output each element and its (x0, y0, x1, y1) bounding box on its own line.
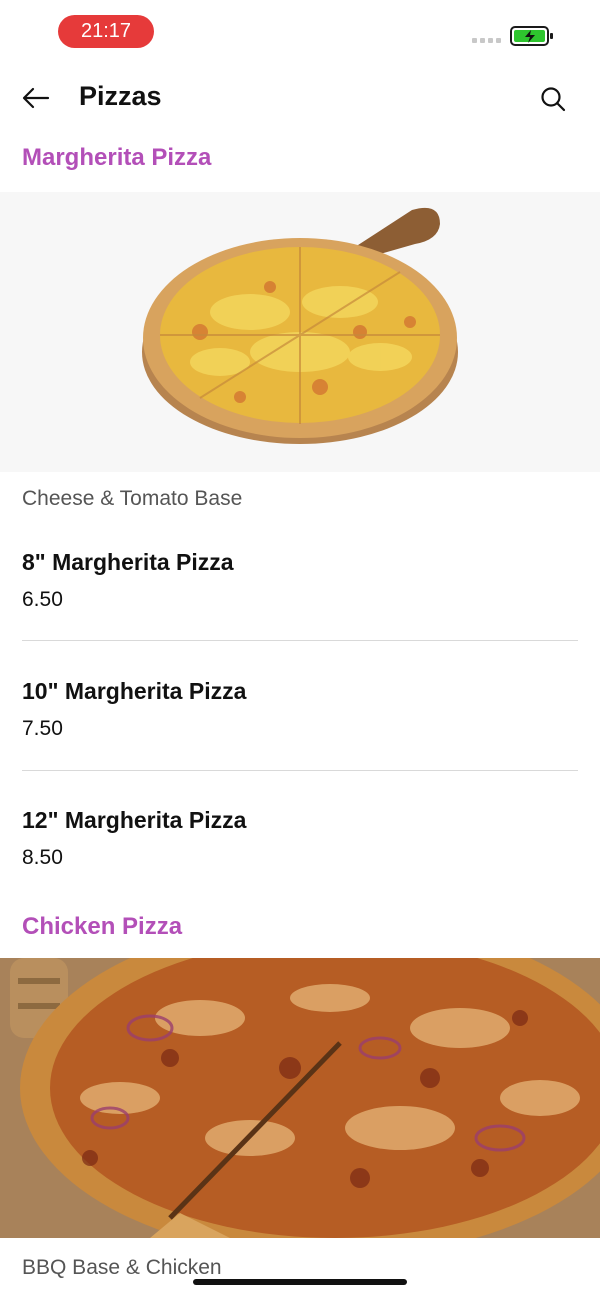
section-title-chicken: Chicken Pizza (22, 913, 183, 940)
back-button[interactable] (18, 80, 54, 116)
app-header: Pizzas (0, 64, 600, 134)
status-time: 21:17 (58, 15, 154, 48)
menu-item[interactable]: 10" Margherita Pizza 7.50 (22, 678, 578, 741)
bbq-chicken-pizza-image (0, 958, 600, 1238)
section-description-margherita: Cheese & Tomato Base (22, 487, 243, 510)
signal-icon (472, 38, 501, 43)
margherita-pizza-image (0, 192, 600, 472)
battery-charging-icon (510, 26, 553, 46)
page-title: Pizzas (79, 81, 162, 111)
item-name: 12" Margherita Pizza (22, 807, 247, 833)
search-icon (541, 87, 566, 112)
home-indicator[interactable] (193, 1279, 407, 1285)
item-price: 6.50 (22, 588, 63, 611)
item-name: 10" Margherita Pizza (22, 678, 247, 704)
arrow-left-icon (22, 87, 50, 109)
menu-item[interactable]: 8" Margherita Pizza 6.50 (22, 549, 578, 612)
item-price: 8.50 (22, 846, 63, 869)
search-button[interactable] (534, 80, 572, 118)
section-description-chicken: BBQ Base & Chicken (22, 1256, 222, 1279)
divider (22, 770, 578, 771)
divider (22, 640, 578, 641)
item-price: 7.50 (22, 717, 63, 740)
section-title-margherita: Margherita Pizza (22, 144, 212, 171)
menu-item[interactable]: 12" Margherita Pizza 8.50 (22, 807, 578, 870)
item-name: 8" Margherita Pizza (22, 549, 234, 575)
status-bar: 21:17 (0, 0, 600, 64)
